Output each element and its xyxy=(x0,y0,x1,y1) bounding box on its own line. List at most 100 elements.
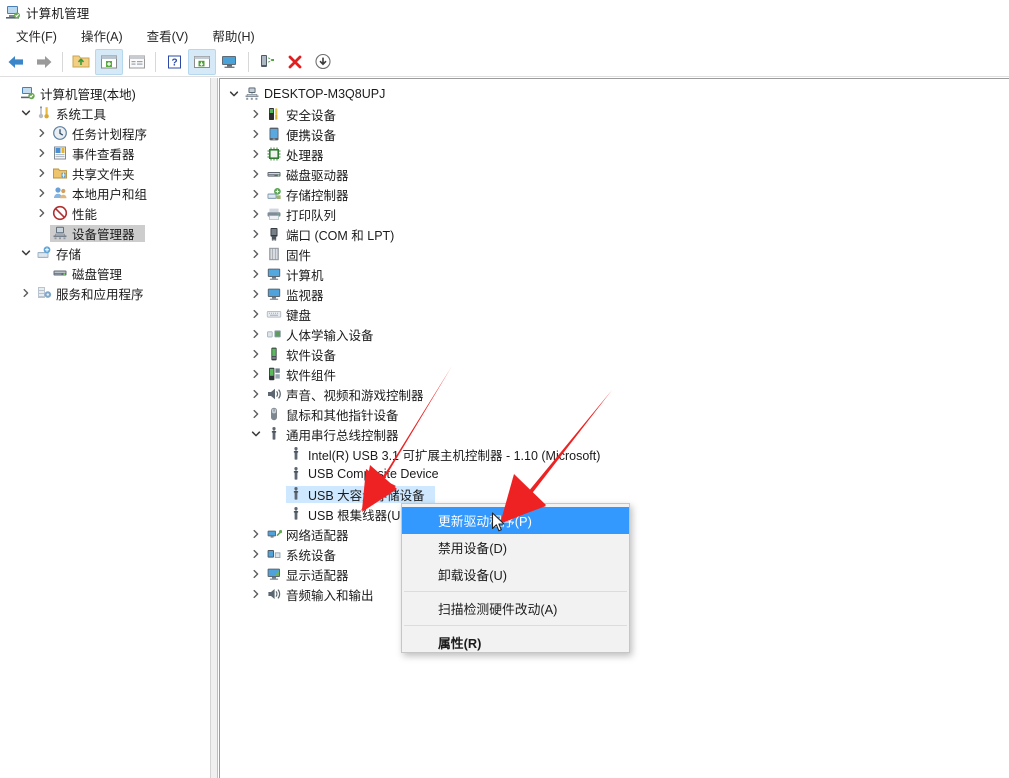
chevron-right-icon[interactable] xyxy=(248,246,264,262)
devtree-row[interactable]: 计算机 xyxy=(220,264,1009,284)
list-view-icon[interactable] xyxy=(123,49,151,75)
devtree-row[interactable]: 监视器 xyxy=(220,284,1009,304)
device-manager-pane[interactable]: DESKTOP-M3Q8UPJ 安全设备 便携设备 处理器 磁盘驱动器 存储控制器 打印队列… xyxy=(219,78,1009,778)
devtree-row[interactable]: 固件 xyxy=(220,244,1009,264)
sidebar-row-label: 服务和应用程序 xyxy=(56,287,144,302)
chevron-right-icon[interactable] xyxy=(34,145,50,161)
devtree-row[interactable]: 软件组件 xyxy=(220,364,1009,384)
chevron-right-icon[interactable] xyxy=(34,205,50,221)
chevron-right-icon[interactable] xyxy=(248,326,264,342)
context-menu[interactable]: 更新驱动程序(P) 禁用设备(D) 卸载设备(U) 扫描检测硬件改动(A) 属性(R) xyxy=(401,503,630,653)
sidebar-row-label: 本地用户和组 xyxy=(72,187,148,202)
chevron-right-icon[interactable] xyxy=(248,306,264,322)
chevron-right-icon[interactable] xyxy=(248,386,264,402)
sidebar-row[interactable]: 计算机管理(本地) xyxy=(0,83,210,103)
chevron-down-icon[interactable] xyxy=(226,86,242,102)
devtree-row[interactable]: 声音、视频和游戏控制器 xyxy=(220,384,1009,404)
chevron-right-icon[interactable] xyxy=(248,406,264,422)
chevron-right-icon[interactable] xyxy=(248,546,264,562)
chevron-right-icon[interactable] xyxy=(248,366,264,382)
chevron-down-icon[interactable] xyxy=(18,245,34,261)
devtree-row[interactable]: 打印队列 xyxy=(220,204,1009,224)
chevron-right-icon[interactable] xyxy=(248,346,264,362)
menu-file[interactable]: 文件(F) xyxy=(7,24,66,48)
devtree-row[interactable]: DESKTOP-M3Q8UPJ xyxy=(220,84,1009,104)
pane-splitter[interactable] xyxy=(211,78,218,778)
devtree-row[interactable]: Intel(R) USB 3.1 可扩展主机控制器 - 1.10 (Micros… xyxy=(220,444,1009,464)
chevron-right-icon[interactable] xyxy=(34,125,50,141)
devtree-row[interactable]: 安全设备 xyxy=(220,104,1009,124)
help-icon[interactable]: ? xyxy=(160,49,188,75)
sidebar-row[interactable]: 系统工具 xyxy=(0,103,210,123)
devtree-row[interactable]: 人体学输入设备 xyxy=(220,324,1009,344)
chevron-right-icon[interactable] xyxy=(18,285,34,301)
devtree-row[interactable]: 软件设备 xyxy=(220,344,1009,364)
print-queue-icon xyxy=(265,206,282,222)
chevron-right-icon[interactable] xyxy=(248,526,264,542)
sidebar-row-label: 事件查看器 xyxy=(72,147,135,162)
refresh-panel-icon[interactable] xyxy=(188,48,216,75)
chevron-right-icon[interactable] xyxy=(34,165,50,181)
chevron-right-icon[interactable] xyxy=(248,226,264,242)
devtree-row-label: 鼠标和其他指针设备 xyxy=(286,408,399,423)
software-device-icon xyxy=(265,346,282,362)
chevron-down-icon[interactable] xyxy=(248,426,264,442)
delete-icon[interactable] xyxy=(281,49,309,75)
storage-icon xyxy=(35,245,52,261)
menu-view[interactable]: 查看(V) xyxy=(138,24,198,48)
sidebar-row[interactable]: 事件查看器 xyxy=(0,143,210,163)
devtree-row[interactable]: 磁盘驱动器 xyxy=(220,164,1009,184)
chevron-right-icon[interactable] xyxy=(34,185,50,201)
chevron-right-icon[interactable] xyxy=(248,146,264,162)
chevron-right-icon[interactable] xyxy=(248,566,264,582)
chevron-right-icon[interactable] xyxy=(248,286,264,302)
devtree-row[interactable]: 通用串行总线控制器 xyxy=(220,424,1009,444)
ctx-update-driver[interactable]: 更新驱动程序(P) xyxy=(402,507,629,534)
devtree-row[interactable]: 端口 (COM 和 LPT) xyxy=(220,224,1009,244)
chevron-right-icon[interactable] xyxy=(248,266,264,282)
chevron-right-icon[interactable] xyxy=(248,586,264,602)
chevron-right-icon[interactable] xyxy=(248,166,264,182)
up-folder-icon[interactable] xyxy=(67,49,95,75)
chevron-right-icon[interactable] xyxy=(248,106,264,122)
devtree-row[interactable]: 鼠标和其他指针设备 xyxy=(220,404,1009,424)
ctx-scan-hardware[interactable]: 扫描检测硬件改动(A) xyxy=(402,595,629,622)
sidebar-row[interactable]: 共享文件夹 xyxy=(0,163,210,183)
menu-help[interactable]: 帮助(H) xyxy=(203,24,263,48)
devtree-row[interactable]: USB 大容量存储设备 xyxy=(220,484,1009,504)
sidebar-row[interactable]: 本地用户和组 xyxy=(0,183,210,203)
chevron-right-icon[interactable] xyxy=(248,206,264,222)
display-adapter-icon xyxy=(265,566,282,582)
back-arrow-icon[interactable] xyxy=(2,49,30,75)
devtree-row[interactable]: 键盘 xyxy=(220,304,1009,324)
chevron-down-icon[interactable] xyxy=(18,105,34,121)
sidebar-row[interactable]: 任务计划程序 xyxy=(0,123,210,143)
sidebar-row[interactable]: 存储 xyxy=(0,243,210,263)
scan-hardware-icon[interactable] xyxy=(253,49,281,75)
devtree-row[interactable]: USB Composite Device xyxy=(220,464,1009,484)
ctx-properties[interactable]: 属性(R) xyxy=(402,629,629,656)
sidebar-row[interactable]: 磁盘管理 xyxy=(0,263,210,283)
ctx-scan-hardware-label: 扫描检测硬件改动(A) xyxy=(438,602,558,617)
devtree-row[interactable]: 便携设备 xyxy=(220,124,1009,144)
chevron-right-icon[interactable] xyxy=(248,126,264,142)
forward-arrow-icon[interactable] xyxy=(30,49,58,75)
devtree-row[interactable]: 处理器 xyxy=(220,144,1009,164)
monitor-icon[interactable] xyxy=(216,49,244,75)
ctx-disable-device[interactable]: 禁用设备(D) xyxy=(402,534,629,561)
toolbar-separator xyxy=(62,51,63,72)
usb-device-icon xyxy=(287,506,304,522)
console-tree-pane[interactable]: 计算机管理(本地) 系统工具 任务计划程序事件查看器 共享文件夹本地用户和组 性能设备管… xyxy=(0,78,211,778)
properties-icon[interactable] xyxy=(95,48,123,75)
sidebar-row[interactable]: 服务和应用程序 xyxy=(0,283,210,303)
chevron-right-icon[interactable] xyxy=(248,186,264,202)
menu-action[interactable]: 操作(A) xyxy=(72,24,132,48)
sidebar-row-label: 设备管理器 xyxy=(72,227,135,242)
update-driver-icon[interactable] xyxy=(309,49,337,75)
devtree-row[interactable]: 存储控制器 xyxy=(220,184,1009,204)
sidebar-row[interactable]: 性能 xyxy=(0,203,210,223)
sidebar-row[interactable]: 设备管理器 xyxy=(0,223,210,243)
ctx-uninstall-device[interactable]: 卸载设备(U) xyxy=(402,561,629,588)
usb-controller-icon xyxy=(265,426,282,442)
